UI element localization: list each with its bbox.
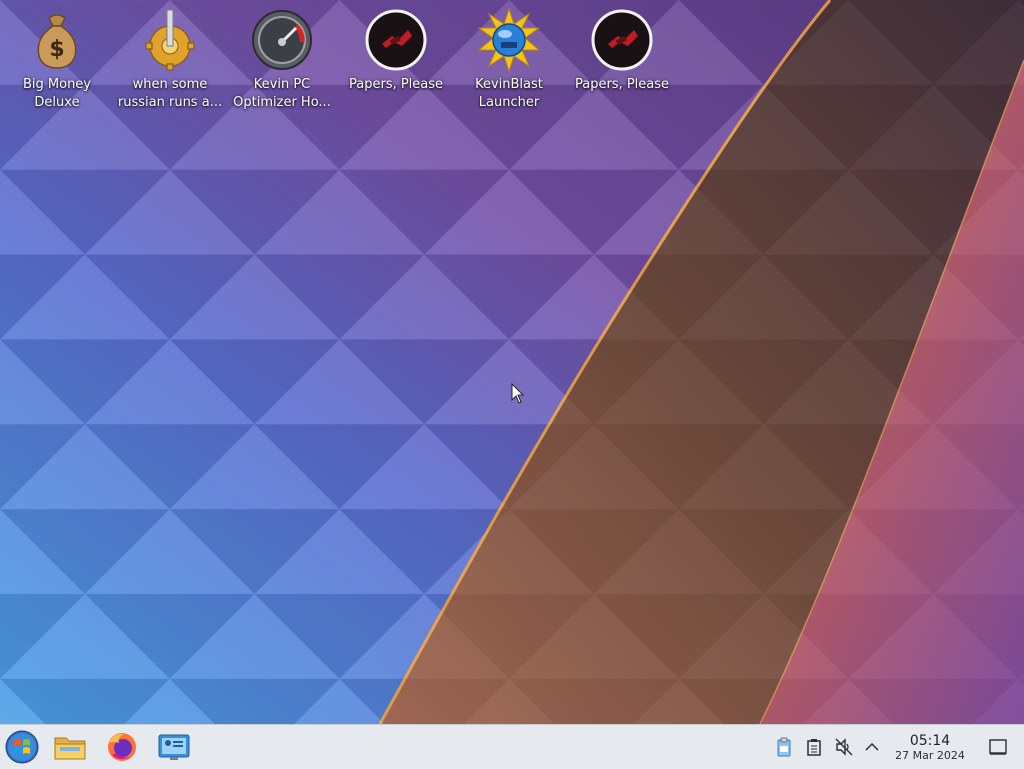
clock[interactable]: 05:14 27 Mar 2024 xyxy=(884,733,976,763)
show-desktop-button[interactable] xyxy=(988,737,1008,757)
desktop[interactable]: $ Big Money Deluxe when some russian run… xyxy=(0,0,1024,724)
start-menu-button[interactable] xyxy=(4,729,40,765)
clipboard-tray-button[interactable] xyxy=(774,737,794,757)
speedometer-icon xyxy=(252,10,312,70)
desktop-icon-label: when some russian runs a... xyxy=(117,77,223,110)
volume-tray-button[interactable] xyxy=(834,737,854,757)
desktop-icon-label: Big Money Deluxe xyxy=(22,77,91,110)
show-desktop-icon xyxy=(989,739,1007,755)
svg-text:$: $ xyxy=(49,37,64,62)
file-manager-icon xyxy=(54,737,86,760)
clipboard-icon xyxy=(777,737,791,757)
desktop-icon-when-some-russian[interactable]: when some russian runs a... xyxy=(115,6,225,112)
start-menu-icon xyxy=(5,730,39,764)
clock-time: 05:14 xyxy=(909,733,951,749)
firefox-icon xyxy=(108,733,136,761)
desktop-icon-label: KevinBlast Launcher xyxy=(475,77,543,110)
notes-tray-button[interactable] xyxy=(804,737,824,757)
notes-icon xyxy=(807,739,821,756)
show-hidden-icon xyxy=(865,742,879,751)
file-manager-button[interactable] xyxy=(52,729,88,765)
mouse-pointer-icon xyxy=(511,383,525,404)
volume-muted-icon xyxy=(835,738,853,756)
desktop-icon-papers-please-1[interactable]: Papers, Please xyxy=(341,6,451,94)
papers-please-icon xyxy=(591,9,653,71)
desktop-icon-kevinblast-launcher[interactable]: KevinBlast Launcher xyxy=(454,6,564,112)
desktop-icon-label: Papers, Please xyxy=(348,77,444,92)
desktop-icon-label: Kevin PC Optimizer Ho... xyxy=(233,77,331,110)
system-settings-icon xyxy=(158,734,190,760)
clock-date: 27 Mar 2024 xyxy=(895,749,965,762)
globe-burst-icon xyxy=(477,8,541,72)
show-hidden-tray-button[interactable] xyxy=(862,737,882,757)
desktop-icon-label: Papers, Please xyxy=(574,77,670,92)
gear-icon xyxy=(145,9,195,71)
money-bag-icon: $ xyxy=(37,14,77,69)
desktop-icon-kevin-pc-optimizer[interactable]: Kevin PC Optimizer Ho... xyxy=(227,6,337,112)
system-settings-button[interactable] xyxy=(156,729,192,765)
firefox-button[interactable] xyxy=(104,729,140,765)
desktop-icon-big-money-deluxe[interactable]: $ Big Money Deluxe xyxy=(2,6,112,112)
taskbar: 05:14 27 Mar 2024 xyxy=(0,724,1024,769)
desktop-icon-papers-please-2[interactable]: Papers, Please xyxy=(567,6,677,94)
papers-please-icon xyxy=(365,9,427,71)
